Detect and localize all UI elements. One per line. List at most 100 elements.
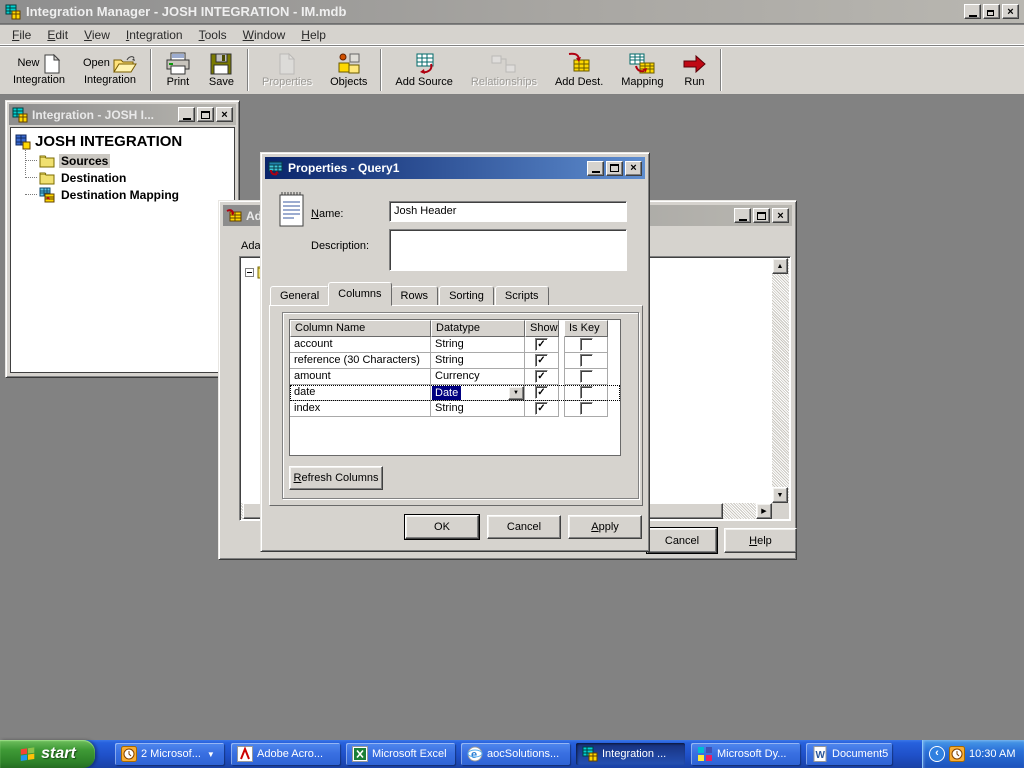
iskey-checkbox[interactable] (580, 370, 593, 383)
toolbar-separator (380, 49, 382, 91)
properties-dialog-title-bar[interactable]: Properties - Query1 × (265, 157, 645, 179)
name-input[interactable]: Josh Header (389, 201, 627, 222)
integration-node-icon (15, 134, 31, 150)
tree-item-destination-mapping[interactable]: Destination Mapping (25, 186, 234, 203)
tree-item-sources[interactable]: Sources (25, 152, 234, 169)
clock-icon[interactable] (949, 746, 965, 762)
task-button-microsoft-group[interactable]: 2 Microsof... ▼ (115, 743, 224, 765)
tree-root-node[interactable]: JOSH INTEGRATION (11, 128, 234, 152)
close-button[interactable]: × (216, 107, 233, 122)
tab-columns[interactable]: Columns (328, 282, 391, 306)
minimize-button[interactable] (964, 4, 981, 19)
dynamics-icon (697, 746, 713, 762)
adapter-cancel-button[interactable]: Cancel (647, 528, 717, 553)
restore-button[interactable] (983, 4, 1000, 19)
maximize-button[interactable] (197, 107, 214, 122)
add-source-button[interactable]: Add Source (386, 46, 461, 94)
notepad-icon (278, 190, 306, 228)
minimize-button[interactable] (178, 107, 195, 122)
apply-button[interactable]: Apply (568, 515, 642, 539)
tree-expand-icon[interactable] (245, 268, 254, 277)
column-header-name[interactable]: Column Name (290, 320, 431, 337)
show-checkbox[interactable]: ✓ (535, 370, 548, 383)
main-window-title: Integration Manager - JOSH INTEGRATION -… (26, 4, 346, 19)
tab-rows[interactable]: Rows (391, 286, 439, 306)
menu-window[interactable]: Window (235, 25, 294, 45)
chevron-down-icon[interactable]: ▼ (508, 386, 524, 400)
scroll-right-icon[interactable]: ▶ (756, 503, 772, 519)
iskey-checkbox[interactable] (580, 402, 593, 415)
task-button-excel[interactable]: Microsoft Excel (346, 743, 455, 765)
run-button[interactable]: Run (672, 46, 716, 94)
start-label: start (41, 745, 76, 763)
iskey-checkbox[interactable] (580, 354, 593, 367)
column-header-show[interactable]: Show (525, 320, 559, 337)
table-row-amount[interactable]: amount Currency ✓ (290, 369, 620, 385)
table-row-index[interactable]: index String ✓ (290, 401, 620, 417)
maximize-button[interactable] (606, 161, 623, 176)
table-row-date[interactable]: date Date ▼ ✓ (290, 385, 620, 401)
task-button-aocsolutions[interactable]: e aocSolutions... (461, 743, 570, 765)
tab-scripts[interactable]: Scripts (495, 286, 549, 306)
open-folder-icon (113, 54, 137, 74)
task-button-integration[interactable]: Integration ... (576, 743, 685, 765)
adapter-window-icon (226, 208, 242, 224)
iskey-checkbox[interactable] (580, 338, 593, 351)
tree-item-destination[interactable]: Destination (25, 169, 234, 186)
show-checkbox[interactable]: ✓ (535, 402, 548, 415)
scroll-down-icon[interactable]: ▼ (772, 487, 788, 503)
show-checkbox[interactable]: ✓ (535, 354, 548, 367)
menu-bar: File Edit View Integration Tools Window … (0, 25, 1024, 45)
menu-integration[interactable]: Integration (118, 25, 191, 45)
show-checkbox[interactable]: ✓ (535, 338, 548, 351)
print-button[interactable]: Print (156, 46, 200, 94)
open-integration-button[interactable]: Open Integration (74, 46, 146, 94)
folder-icon (39, 153, 55, 169)
close-button[interactable]: × (625, 161, 642, 176)
close-button[interactable]: × (1002, 4, 1019, 19)
task-button-document5[interactable]: W Document5 ... (806, 743, 892, 765)
chevron-left-icon[interactable]: ‹ (929, 746, 945, 762)
description-input[interactable] (389, 229, 627, 271)
tab-sorting[interactable]: Sorting (439, 286, 494, 306)
menu-view[interactable]: View (76, 25, 118, 45)
add-dest-button[interactable]: Add Dest. (546, 46, 612, 94)
integration-window-title: Integration - JOSH I... (32, 108, 154, 122)
minimize-button[interactable] (587, 161, 604, 176)
mapping-button[interactable]: Mapping (612, 46, 672, 94)
column-header-iskey[interactable]: Is Key (564, 320, 608, 337)
task-button-adobe[interactable]: Adobe Acro... (231, 743, 340, 765)
close-button[interactable]: × (772, 208, 789, 223)
iskey-checkbox[interactable] (580, 386, 593, 399)
show-checkbox[interactable]: ✓ (535, 386, 548, 399)
svg-text:W: W (816, 750, 826, 761)
menu-tools[interactable]: Tools (191, 25, 235, 45)
clock-icon (121, 746, 137, 762)
cancel-button[interactable]: Cancel (487, 515, 561, 539)
menu-file[interactable]: File (4, 25, 39, 45)
ok-button[interactable]: OK (405, 515, 479, 539)
tab-general[interactable]: General (270, 286, 329, 306)
new-integration-button[interactable]: New Integration (4, 46, 74, 94)
objects-button[interactable]: Objects (321, 46, 376, 94)
properties-icon (276, 52, 298, 76)
menu-edit[interactable]: Edit (39, 25, 76, 45)
tray-clock[interactable]: 10:30 AM (969, 748, 1015, 760)
table-row-reference[interactable]: reference (30 Characters) String ✓ (290, 353, 620, 369)
maximize-button[interactable] (753, 208, 770, 223)
scroll-up-icon[interactable]: ▲ (772, 258, 788, 274)
minimize-button[interactable] (734, 208, 751, 223)
table-row-account[interactable]: account String ✓ (290, 337, 620, 353)
column-header-datatype[interactable]: Datatype (431, 320, 525, 337)
datatype-combobox[interactable]: Date ▼ (431, 385, 525, 401)
adapter-help-button[interactable]: Help (724, 528, 797, 553)
refresh-columns-button[interactable]: Refresh Columns (289, 466, 383, 490)
task-button-dynamics[interactable]: Microsoft Dy... (691, 743, 800, 765)
menu-help[interactable]: Help (293, 25, 334, 45)
save-button[interactable]: Save (200, 46, 243, 94)
tree-root-label: JOSH INTEGRATION (35, 133, 182, 150)
integration-window-title-bar[interactable]: Integration - JOSH I... × (9, 104, 236, 125)
start-button[interactable]: start (0, 740, 95, 768)
vertical-scrollbar[interactable]: ▲ ▼ (772, 258, 789, 503)
description-label: Description: (311, 240, 369, 252)
